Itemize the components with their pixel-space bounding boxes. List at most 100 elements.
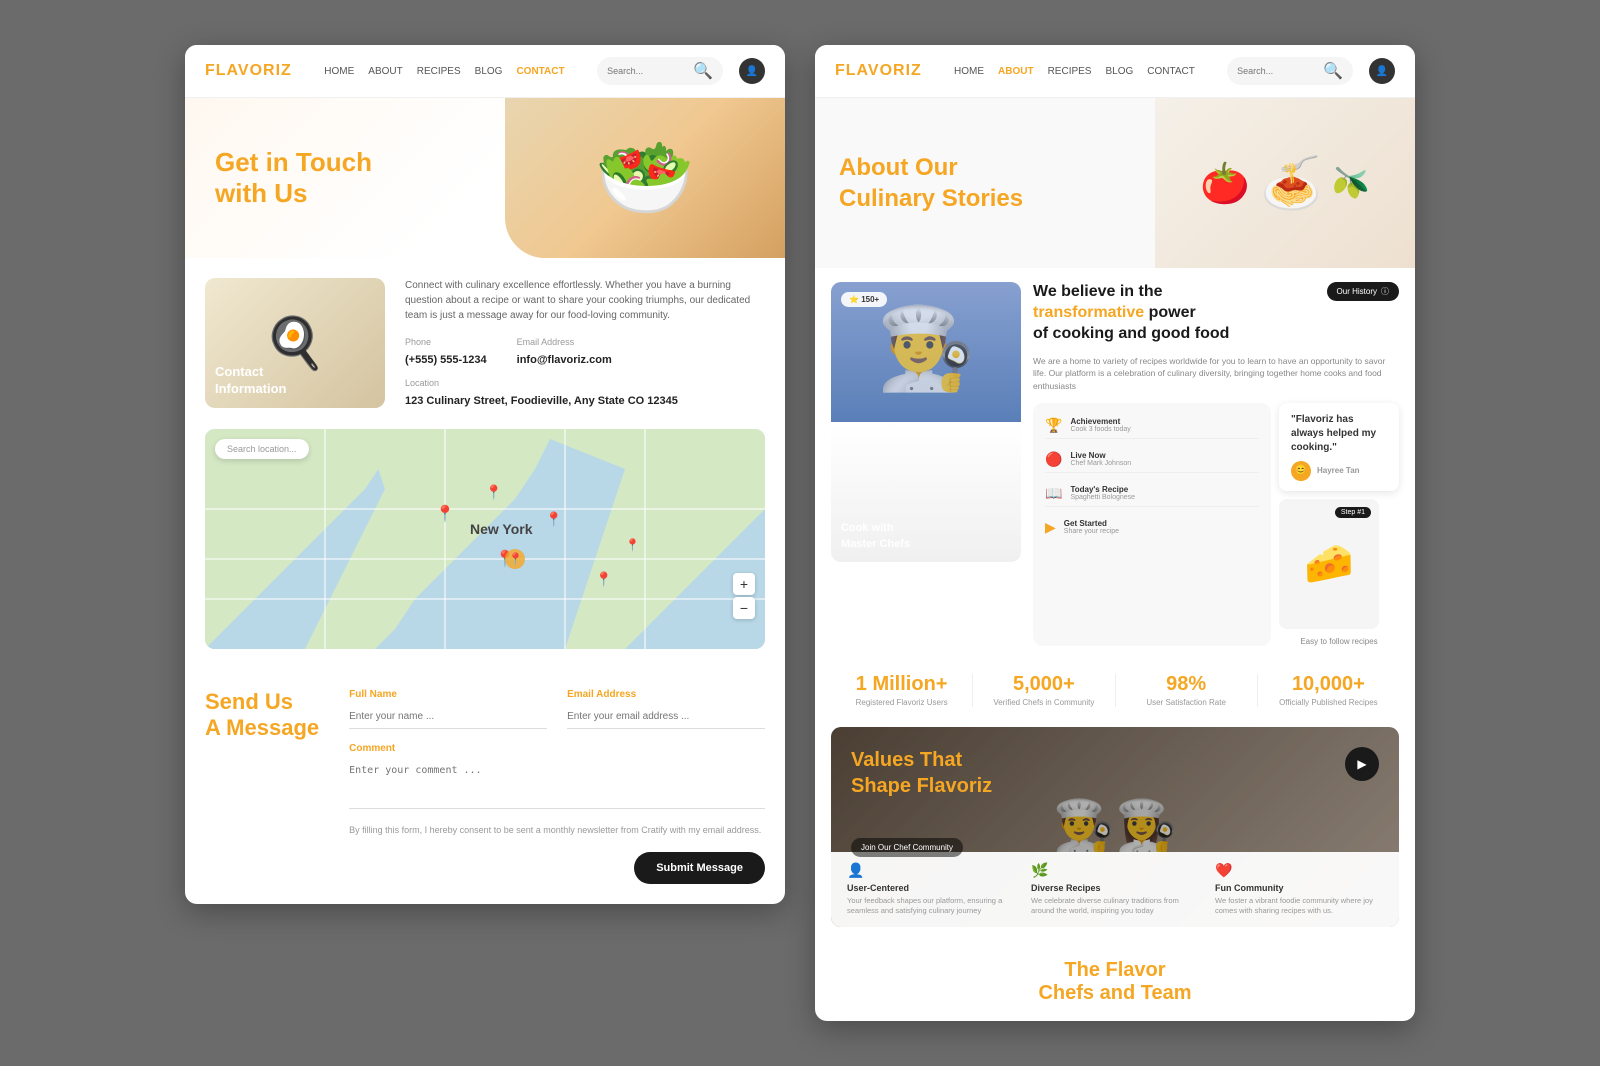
email-address-input[interactable] (567, 705, 765, 729)
location-value: 123 Culinary Street, Foodieville, Any St… (405, 395, 678, 407)
avatar-contact[interactable]: 👤 (739, 58, 765, 84)
fun-community-icon: ❤️ (1215, 862, 1383, 879)
belief-section: 👨‍🍳 ⭐ 150+ Cook with Master Chefs We bel… (815, 268, 1415, 654)
stat-item-satisfaction: 98% User Satisfaction Rate (1116, 674, 1258, 707)
contact-description: Connect with culinary excellence effortl… (405, 278, 765, 323)
logo-prefix: FLA (205, 62, 238, 79)
contact-image-box: 🍳 Contact Information (205, 278, 385, 408)
phone-label: Phone (405, 337, 487, 347)
logo2-suffix: VORIZ (868, 62, 922, 79)
join-community-button[interactable]: Join Our Chef Community (851, 838, 963, 857)
hero-heading: Get in Touch with Us (215, 147, 372, 209)
achievement-card: 🏆 Achievement Cook 3 foods today (1045, 413, 1259, 439)
nav2-home[interactable]: HOME (954, 66, 984, 77)
nav-recipes[interactable]: RECIPES (417, 66, 461, 77)
achievement-sub: Cook 3 foods today (1070, 426, 1130, 433)
belief-heading-area: We believe in the transformative power o… (1033, 282, 1399, 344)
nav2-blog[interactable]: BLOG (1105, 66, 1133, 77)
values-section: 👨‍🍳👩‍🍳 Values That Shape Flavoriz ▶ Join… (831, 727, 1399, 927)
get-started-info: Get Started Share your recipe (1064, 519, 1119, 535)
value-card-fun-community: ❤️ Fun Community We foster a vibrant foo… (1215, 862, 1383, 917)
submit-message-button[interactable]: Submit Message (634, 852, 765, 884)
contact-fields: Phone (+555) 555-1234 Email Address info… (405, 337, 765, 368)
avatar-about[interactable]: 👤 (1369, 58, 1395, 84)
nav-home[interactable]: HOME (324, 66, 354, 77)
play-button[interactable]: ▶ (1345, 747, 1379, 781)
hero-contact: Get in Touch with Us 🥗 (185, 98, 785, 258)
nav2-about[interactable]: ABOUT (998, 66, 1034, 77)
nav-search-contact[interactable]: 🔍 (597, 57, 723, 85)
full-name-label: Full Name (349, 689, 547, 700)
contact-page: FLAVORIZ HOME ABOUT RECIPES BLOG CONTACT… (185, 45, 785, 904)
recipe-title: Today's Recipe (1070, 485, 1135, 494)
get-started-card: ▶ Get Started Share your recipe (1045, 515, 1259, 540)
testimony-card: "Flavoriz has always helped my cooking."… (1279, 403, 1399, 491)
stat-number-recipes: 10,000+ (1258, 674, 1399, 694)
hero-food-image: 🥗 (505, 98, 785, 258)
nav2-recipes[interactable]: RECIPES (1048, 66, 1092, 77)
grater-box: 🧀 Step #1 (1279, 499, 1379, 629)
zoom-out-button[interactable]: − (733, 597, 755, 619)
values-text: Values That Shape Flavoriz (851, 747, 992, 799)
pages-container: FLAVORIZ HOME ABOUT RECIPES BLOG CONTACT… (185, 45, 1415, 1021)
fun-community-title: Fun Community (1215, 883, 1383, 893)
contact-image-label: Contact Information (215, 364, 287, 398)
live-title: Live Now (1070, 451, 1131, 460)
diverse-recipes-desc: We celebrate diverse culinary traditions… (1031, 896, 1199, 917)
comment-label: Comment (349, 743, 765, 754)
values-heading: Values That Shape Flavoriz (851, 747, 992, 799)
phone-value: (+555) 555-1234 (405, 354, 487, 366)
get-started-sub: Share your recipe (1064, 528, 1119, 535)
stat-label-recipes: Officially Published Recipes (1258, 698, 1399, 707)
nav-search-about[interactable]: 🔍 (1227, 57, 1353, 85)
stat-label-users: Registered Flavoriz Users (831, 698, 972, 707)
svg-text:📍: 📍 (545, 511, 562, 528)
user-centered-desc: Your feedback shapes our platform, ensur… (847, 896, 1015, 917)
map-search-bar[interactable]: Search location... (215, 439, 309, 459)
zoom-in-button[interactable]: + (733, 573, 755, 595)
contact-info-section: 🍳 Contact Information Connect with culin… (185, 258, 785, 429)
nav2-contact[interactable]: CONTACT (1147, 66, 1195, 77)
svg-text:New York: New York (470, 521, 533, 537)
svg-text:📍: 📍 (595, 571, 612, 588)
user-centered-icon: 👤 (847, 862, 1015, 879)
chef-image-box: 👨‍🍳 ⭐ 150+ Cook with Master Chefs (831, 282, 1021, 562)
map-svg: New York 📍 📍 📍 📍 📍 📍 📍 (205, 429, 765, 649)
nav-blog[interactable]: BLOG (475, 66, 503, 77)
belief-content-col: We believe in the transformative power o… (1033, 282, 1399, 646)
full-name-group: Full Name (349, 689, 547, 729)
nav-contact-link[interactable]: CONTACT (516, 66, 564, 77)
stats-section: 1 Million+ Registered Flavoriz Users 5,0… (815, 654, 1415, 727)
testimony-avatar: 😊 (1291, 461, 1311, 481)
todays-recipe-card: 📖 Today's Recipe Spaghetti Bolognese (1045, 481, 1259, 507)
about-food-image: 🍅 🍝 🫒 (1155, 98, 1415, 268)
location-group: Location 123 Culinary Street, Foodievill… (405, 378, 765, 409)
stat-item-chefs: 5,000+ Verified Chefs in Community (973, 674, 1115, 707)
nav-about: FLAVORIZ HOME ABOUT RECIPES BLOG CONTACT… (815, 45, 1415, 98)
belief-cards-row: 🏆 Achievement Cook 3 foods today 🔴 Live … (1033, 403, 1399, 646)
values-cards-row: 👤 User-Centered Your feedback shapes our… (831, 852, 1399, 927)
logo-about: FLAVORIZ (835, 62, 922, 80)
history-badge[interactable]: Our History ⓘ (1327, 282, 1399, 301)
testimony-user: 😊 Hayree Tan (1291, 461, 1387, 481)
hero-text: Get in Touch with Us (215, 147, 372, 209)
about-hero: About Our Culinary Stories 🍅 🍝 🫒 (815, 98, 1415, 268)
form-consent-text: By filling this form, I hereby consent t… (349, 824, 765, 838)
stat-number-users: 1 Million+ (831, 674, 972, 694)
feature-cards-col: 🏆 Achievement Cook 3 foods today 🔴 Live … (1033, 403, 1271, 646)
live-sub: Chef Mark Johnson (1070, 460, 1131, 467)
stat-item-recipes: 10,000+ Officially Published Recipes (1258, 674, 1399, 707)
email-address-group: Email Address (567, 689, 765, 729)
nav-about[interactable]: ABOUT (368, 66, 402, 77)
search-input-contact[interactable] (607, 66, 687, 76)
search-input-about[interactable] (1237, 66, 1317, 76)
phone-group: Phone (+555) 555-1234 (405, 337, 487, 368)
email-value: info@flavoriz.com (517, 354, 612, 366)
svg-text:📍: 📍 (435, 504, 455, 523)
testimony-name: Hayree Tan (1317, 465, 1360, 476)
comment-textarea[interactable] (349, 759, 765, 809)
full-name-input[interactable] (349, 705, 547, 729)
stat-item-users: 1 Million+ Registered Flavoriz Users (831, 674, 973, 707)
fun-community-desc: We foster a vibrant foodie community whe… (1215, 896, 1383, 917)
map-container[interactable]: New York 📍 📍 📍 📍 📍 📍 📍 Search location..… (205, 429, 765, 649)
